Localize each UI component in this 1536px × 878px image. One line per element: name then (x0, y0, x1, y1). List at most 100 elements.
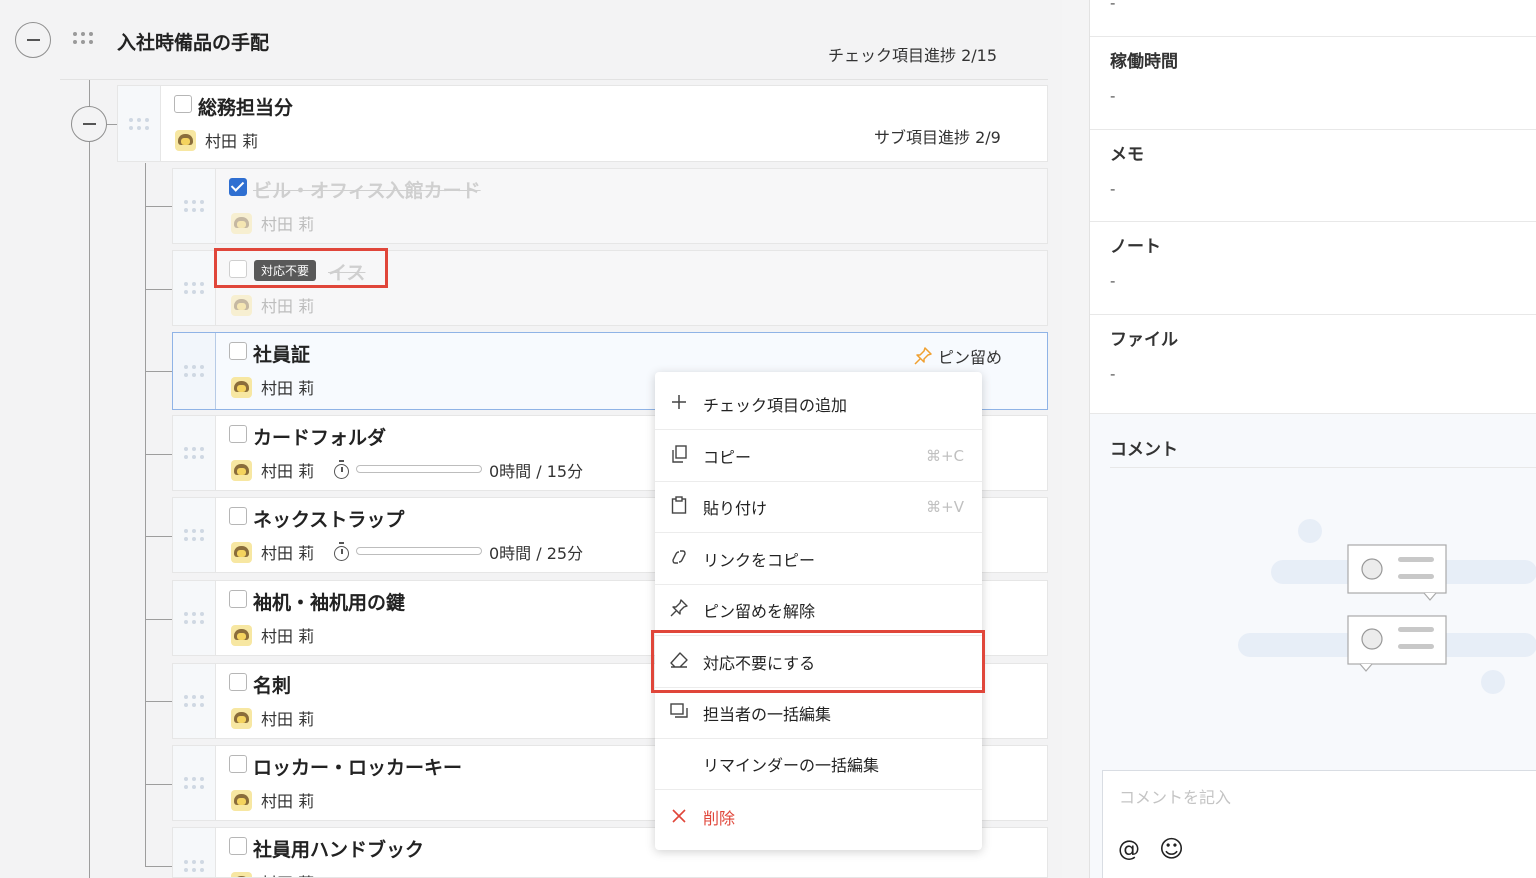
shortcut-hint: ⌘+V (926, 498, 964, 516)
tree-line (145, 619, 172, 620)
item-checkbox[interactable] (229, 507, 247, 525)
drag-handle[interactable] (173, 416, 216, 490)
assignee[interactable]: 村田 莉 (231, 293, 314, 317)
drag-handle[interactable] (173, 169, 216, 243)
collapse-group-button[interactable] (71, 106, 107, 142)
drag-handle-icon (184, 612, 204, 624)
avatar (231, 376, 252, 398)
empty-comments-illustration (1238, 519, 1536, 694)
divider (1110, 467, 1536, 468)
drag-handle-icon (184, 529, 204, 541)
time-progress-bar (356, 465, 482, 473)
assignee[interactable]: 村田 莉 (231, 706, 314, 730)
tree-line (89, 80, 90, 878)
assignee[interactable]: 村田 莉 (231, 458, 314, 482)
assignee-name: 村田 莉 (261, 870, 314, 877)
menu-copy-link[interactable]: リンクをコピー (655, 534, 982, 585)
avatar (231, 459, 252, 481)
tree-line (145, 701, 172, 702)
avatar (231, 789, 252, 811)
assignee-name: 村田 莉 (261, 627, 315, 646)
assignee[interactable]: 村田 莉 (231, 870, 314, 877)
avatar (231, 541, 252, 563)
collapse-checklist-button[interactable] (15, 22, 51, 58)
drag-handle[interactable] (173, 581, 216, 655)
item-title: 社員証 (253, 344, 311, 366)
close-icon (655, 805, 703, 829)
avatar (231, 624, 252, 646)
avatar (231, 212, 252, 234)
pin-label: ピン留め (938, 348, 1003, 367)
group-card[interactable]: 総務担当分 村田 莉 サブ項目進捗 2/9 (117, 85, 1048, 162)
drag-handle[interactable] (173, 251, 216, 325)
tree-line (145, 454, 172, 455)
drag-handle[interactable] (173, 746, 216, 820)
pin-indicator[interactable]: ピン留め (914, 344, 1002, 368)
item-checkbox[interactable] (229, 342, 247, 360)
tree-line (145, 206, 172, 207)
menu-unpin[interactable]: ピン留めを解除 (655, 585, 982, 636)
comment-box: @ ☺ (1102, 770, 1536, 878)
assignee-name: 村田 莉 (261, 792, 315, 811)
mention-button[interactable]: @ (1118, 837, 1140, 862)
drag-handle-icon (184, 365, 204, 377)
drag-handle[interactable] (173, 333, 216, 409)
tree-line (107, 124, 117, 125)
drag-handle-icon (184, 859, 204, 872)
comment-title: コメント (1110, 440, 1178, 460)
timer-icon (334, 542, 349, 561)
drag-handle-icon (184, 447, 204, 459)
divider (1090, 413, 1536, 414)
assignee[interactable]: 村田 莉 (231, 211, 314, 235)
assign-icon (655, 703, 703, 723)
section-memo-value[interactable]: - (1110, 180, 1115, 198)
section-work-time-value[interactable]: - (1110, 87, 1115, 105)
item-checkbox[interactable] (229, 673, 247, 691)
assignee[interactable]: 村田 莉 (231, 375, 314, 399)
drag-handle[interactable] (173, 498, 216, 572)
section-work-time-title: 稼働時間 (1110, 52, 1178, 72)
drag-handle[interactable] (173, 664, 216, 738)
group-checkbox[interactable] (174, 95, 192, 113)
item-checkbox[interactable] (229, 425, 247, 443)
tree-line (145, 536, 172, 537)
drag-handle[interactable] (173, 828, 216, 877)
copy-icon (655, 445, 703, 467)
section-note-value[interactable]: - (1110, 272, 1115, 290)
clipboard-icon (655, 496, 703, 518)
item-checkbox[interactable] (229, 178, 247, 196)
item-checkbox[interactable] (229, 837, 247, 855)
assignee-name: 村田 莉 (261, 710, 315, 729)
menu-copy[interactable]: コピー ⌘+C (655, 431, 982, 482)
section-note-title: ノート (1110, 237, 1161, 257)
timer-icon (334, 460, 349, 479)
shortcut-hint: ⌘+C (925, 447, 964, 465)
assignee[interactable]: 村田 莉 (231, 623, 314, 647)
assignee[interactable]: 村田 莉 (175, 128, 258, 152)
avatar (175, 129, 196, 151)
avatar (231, 707, 252, 729)
comment-input[interactable] (1117, 787, 1517, 808)
drag-handle-icon[interactable] (73, 32, 93, 44)
emoji-button[interactable]: ☺ (1159, 835, 1184, 863)
tree-line (145, 866, 172, 867)
pin-icon (655, 599, 703, 621)
assignee[interactable]: 村田 莉 (231, 788, 314, 812)
item-checkbox[interactable] (229, 755, 247, 773)
menu-bulk-edit-reminders[interactable]: リマインダーの一括編集 (655, 739, 982, 790)
tree-line (145, 371, 172, 372)
checklist-item[interactable]: ビル・オフィス入館カード 村田 莉 (172, 168, 1048, 244)
menu-delete[interactable]: 削除 (655, 791, 982, 842)
assignee[interactable]: 村田 莉 (231, 540, 314, 564)
menu-add-check-item[interactable]: チェック項目の追加 (655, 379, 982, 430)
time-progress-bar (356, 547, 482, 555)
item-checkbox[interactable] (229, 590, 247, 608)
menu-bulk-edit-assignees[interactable]: 担当者の一括編集 (655, 688, 982, 739)
menu-paste[interactable]: 貼り付け ⌘+V (655, 482, 982, 533)
tree-line (145, 784, 172, 785)
section-file-value[interactable]: - (1110, 365, 1115, 383)
context-menu: チェック項目の追加 コピー ⌘+C 貼り付け ⌘+V リンクをコピー ピン留めを… (655, 372, 982, 850)
drag-handle[interactable] (118, 86, 161, 161)
drag-handle-icon (184, 282, 204, 294)
assignee-name: 村田 莉 (261, 297, 315, 316)
